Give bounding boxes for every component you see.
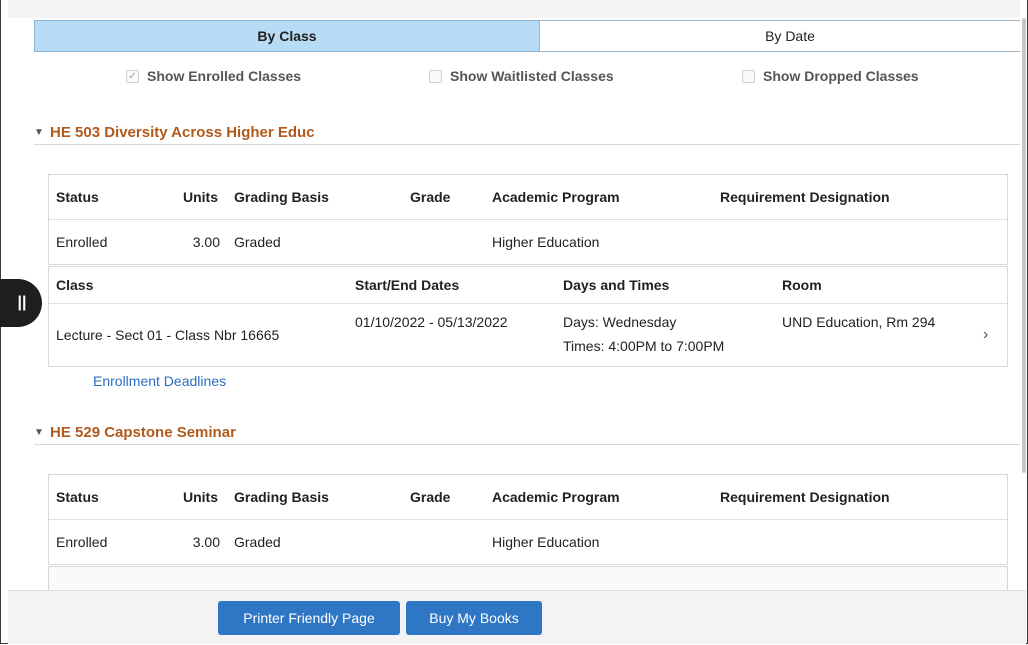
class-section-table-he529 [48, 566, 1008, 590]
days-value: Days: Wednesday [563, 314, 677, 330]
enrollment-deadlines-link[interactable]: Enrollment Deadlines [93, 373, 226, 389]
col-class: Class [56, 277, 94, 293]
status-value: Enrolled [56, 534, 108, 550]
table-row: Enrolled 3.00 Graded Higher Education [49, 220, 1007, 264]
chevron-right-icon[interactable]: › [983, 304, 988, 366]
checkbox-icon[interactable] [429, 69, 442, 83]
class-schedule-content: By Class By Date ✓ Show Enrolled Classes… [8, 18, 1020, 590]
printer-friendly-button[interactable]: Printer Friendly Page [218, 601, 400, 635]
enrollment-table-he529: Status Units Grading Basis Grade Academi… [48, 474, 1008, 565]
program-value: Higher Education [492, 534, 600, 550]
program-value: Higher Education [492, 234, 600, 250]
col-units: Units [183, 189, 218, 205]
col-days-times: Days and Times [563, 277, 670, 293]
units-value: 3.00 [192, 234, 220, 250]
table-header-row: Status Units Grading Basis Grade Academi… [49, 175, 1007, 220]
course-header-he503[interactable]: ▼ HE 503 Diversity Across Higher Educ [34, 120, 1020, 145]
caret-down-icon[interactable]: ▼ [34, 127, 46, 138]
room-value: UND Education, Rm 294 [782, 314, 936, 330]
enrollment-table-he503: Status Units Grading Basis Grade Academi… [48, 174, 1008, 265]
class-value: Lecture - Sect 01 - Class Nbr 16665 [56, 327, 280, 343]
col-units: Units [183, 489, 218, 505]
checkbox-icon[interactable] [742, 69, 755, 83]
show-dropped-label: Show Dropped Classes [763, 68, 919, 84]
class-section-row[interactable]: Lecture - Sect 01 - Class Nbr 16665 01/1… [49, 304, 1007, 366]
show-waitlisted-label: Show Waitlisted Classes [450, 68, 614, 84]
col-grading-basis: Grading Basis [234, 489, 329, 505]
tab-by-class[interactable]: By Class [34, 20, 540, 52]
course-title: HE 503 Diversity Across Higher Educ [50, 123, 315, 141]
show-enrolled-checkbox[interactable]: ✓ Show Enrolled Classes [126, 68, 301, 84]
course-header-he529[interactable]: ▼ HE 529 Capstone Seminar [34, 420, 1020, 445]
col-grade: Grade [410, 489, 451, 505]
col-status: Status [56, 189, 99, 205]
show-enrolled-label: Show Enrolled Classes [147, 68, 302, 84]
col-room: Room [782, 277, 822, 293]
times-value: Times: 4:00PM to 7:00PM [563, 338, 725, 354]
footer-toolbar: Printer Friendly Page Buy My Books [8, 590, 1026, 644]
col-start-end-dates: Start/End Dates [355, 277, 460, 293]
show-waitlisted-checkbox[interactable]: Show Waitlisted Classes [429, 68, 614, 84]
checkbox-icon[interactable]: ✓ [126, 69, 139, 83]
table-row: Enrolled 3.00 Graded Higher Education [49, 520, 1007, 564]
status-value: Enrolled [56, 234, 108, 250]
class-section-table-he503: Class Start/End Dates Days and Times Roo… [48, 266, 1008, 367]
tab-by-date[interactable]: By Date [539, 20, 1020, 52]
caret-down-icon[interactable]: ▼ [34, 427, 46, 438]
col-academic-program: Academic Program [492, 189, 620, 205]
col-status: Status [56, 489, 99, 505]
table-header-row: Status Units Grading Basis Grade Academi… [49, 475, 1007, 520]
grading-value: Graded [234, 234, 281, 250]
col-academic-program: Academic Program [492, 489, 620, 505]
col-requirement: Requirement Designation [720, 489, 890, 505]
col-requirement: Requirement Designation [720, 189, 890, 205]
units-value: 3.00 [192, 534, 220, 550]
col-grading-basis: Grading Basis [234, 189, 329, 205]
table-header-row: Class Start/End Dates Days and Times Roo… [49, 267, 1007, 304]
grading-value: Graded [234, 534, 281, 550]
col-grade: Grade [410, 189, 451, 205]
buy-my-books-button[interactable]: Buy My Books [406, 601, 542, 635]
show-dropped-checkbox[interactable]: Show Dropped Classes [742, 68, 919, 84]
dates-value: 01/10/2022 - 05/13/2022 [355, 314, 508, 330]
course-title: HE 529 Capstone Seminar [50, 423, 236, 441]
top-strip [8, 0, 1020, 19]
scrollbar-thumb[interactable] [1022, 18, 1026, 473]
vertical-scrollbar[interactable] [1021, 18, 1027, 590]
